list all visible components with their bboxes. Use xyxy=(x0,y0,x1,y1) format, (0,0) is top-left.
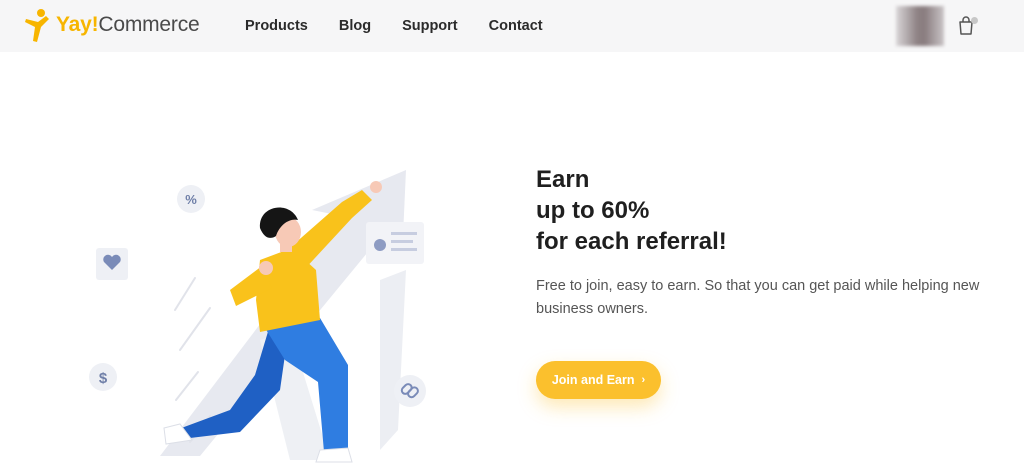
link-badge-icon xyxy=(394,375,426,407)
site-header: Yay! Commerce Products Blog Support Cont… xyxy=(0,0,1024,52)
percent-badge-icon: % xyxy=(177,185,205,213)
hero-title-line-2: up to 60% xyxy=(536,197,650,224)
cart-count-badge xyxy=(971,17,978,24)
nav-support[interactable]: Support xyxy=(402,18,458,34)
logo-commerce-text: Commerce xyxy=(98,13,200,36)
logo-figure-icon xyxy=(25,9,49,42)
join-and-earn-button[interactable]: Join and Earn › xyxy=(536,361,661,399)
yaycommerce-logo[interactable]: Yay! Commerce xyxy=(24,7,200,43)
hero-title-line-3: for each referral! xyxy=(536,228,727,255)
logo-yay-text: Yay! xyxy=(56,13,99,36)
hero-title-line-1: Earn xyxy=(536,166,590,193)
main-nav: Products Blog Support Contact xyxy=(245,0,574,52)
dollar-badge-text: $ xyxy=(99,370,108,387)
dollar-badge-icon: $ xyxy=(89,363,117,391)
percent-badge-text: % xyxy=(185,192,197,207)
chevron-right-icon: › xyxy=(641,374,646,386)
hero-description: Free to join, easy to earn. So that you … xyxy=(536,278,980,317)
user-avatar[interactable] xyxy=(896,6,944,46)
referral-illustration: % $ xyxy=(89,170,426,463)
nav-products[interactable]: Products xyxy=(245,18,308,34)
nav-blog[interactable]: Blog xyxy=(339,18,371,34)
nav-contact[interactable]: Contact xyxy=(489,18,543,34)
profile-card-icon xyxy=(366,222,424,264)
hero-title: Earn up to 60% for each referral! xyxy=(536,164,936,257)
join-and-earn-label: Join and Earn xyxy=(551,373,635,387)
logo-wordmark: Yay! Commerce xyxy=(56,13,200,37)
heart-badge-icon xyxy=(96,248,128,280)
